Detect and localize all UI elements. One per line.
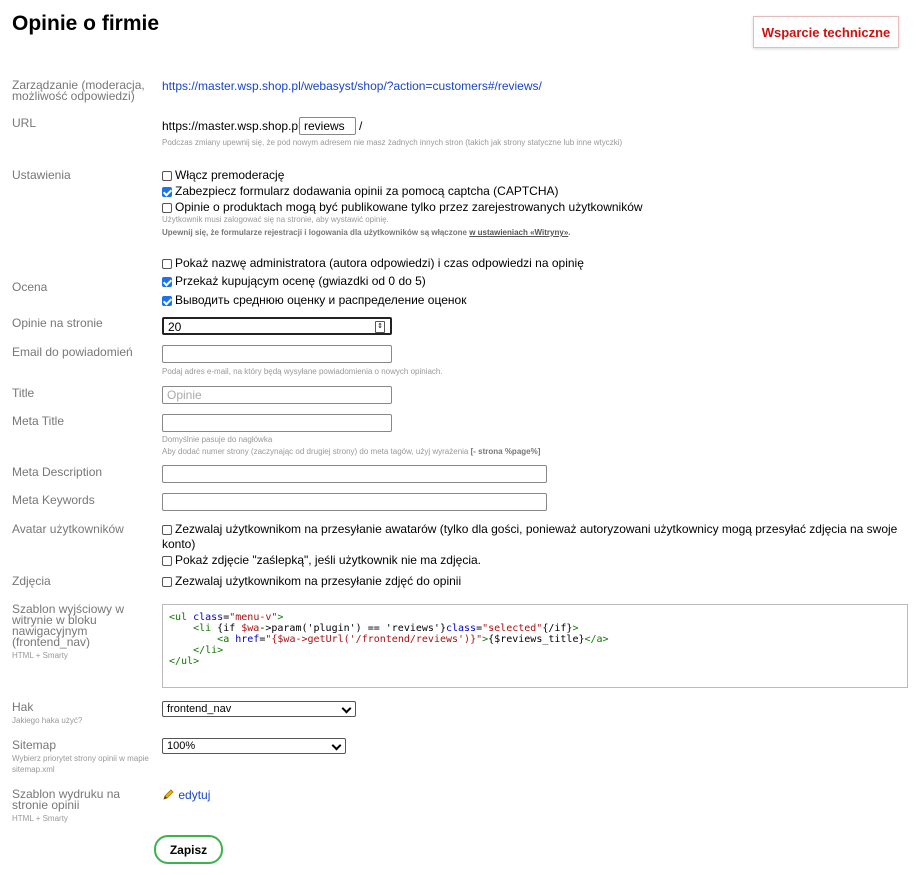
avatar-placeholder-option[interactable]: Pokaż zdjęcie "zaślepką", jeśli użytkown… [162, 553, 481, 568]
meta-keywords-label: Meta Keywords [12, 493, 95, 507]
email-hint: Podaj adres e-mail, na który będą wysyła… [162, 367, 443, 376]
meta-title-label: Meta Title [12, 414, 65, 428]
avatar-label: Avatar użytkowników [12, 522, 124, 536]
url-suffix: / [359, 119, 363, 133]
avatar-upload-option[interactable]: Zezwalaj użytkownikom na przesyłanie awa… [162, 522, 902, 552]
url-label: URL [12, 116, 37, 130]
url-row: https://master.wsp.shop.pl/ [162, 119, 304, 134]
edit-print-template[interactable]: edytuj [162, 788, 210, 803]
meta-description-input[interactable] [162, 465, 547, 483]
ensure-hint: Upewnij się, że formularze rejestracji i… [162, 228, 571, 237]
title-input[interactable]: Opinie [162, 386, 392, 404]
hook-label: Hak Jakiego haka użyć? [12, 700, 83, 725]
show-avg-option[interactable]: Выводить среднюю оценку и распределение … [162, 293, 466, 308]
captcha-checkbox[interactable] [162, 187, 172, 197]
show-admin-checkbox[interactable] [162, 259, 172, 269]
premoderation-checkbox[interactable] [162, 171, 172, 181]
pass-rating-option[interactable]: Przekaż kupującym ocenę (gwiazdki od 0 d… [162, 274, 426, 289]
support-button[interactable]: Wsparcie techniczne [753, 16, 899, 48]
avatar-placeholder-checkbox[interactable] [162, 556, 172, 566]
url-prefix: https://master.wsp.shop.pl/ [162, 119, 305, 133]
nav-template-label: Szablon wyjściowy w witrynie w bloku naw… [12, 602, 125, 660]
settings-label: Ustawienia [12, 168, 71, 182]
meta-description-label: Meta Description [12, 465, 103, 479]
meta-keywords-input[interactable] [162, 493, 547, 511]
pencil-icon [163, 789, 174, 800]
meta-title-hint1: Domyślnie pasuje do nagłówka [162, 435, 273, 444]
email-label: Email do powiadomień [12, 345, 133, 359]
save-button[interactable]: Zapisz [154, 835, 223, 864]
url-hint: Podczas zmiany upewnij się, że pod nowym… [162, 138, 623, 147]
pass-rating-checkbox[interactable] [162, 277, 172, 287]
captcha-option[interactable]: Zabezpiecz formularz dodawania opinii za… [162, 184, 559, 199]
photos-upload-checkbox[interactable] [162, 577, 172, 587]
sitemap-label: Sitemap Wybierz priorytet strony opinii … [12, 738, 149, 774]
email-input[interactable] [162, 345, 392, 363]
management-link[interactable]: https://master.wsp.shop.pl/webasyst/shop… [162, 79, 542, 93]
witryny-settings-link[interactable]: w ustawieniach «Witryny» [469, 228, 568, 237]
rating-label: Ocena [12, 280, 48, 294]
meta-title-hint2: Aby dodać numer strony (zaczynając od dr… [162, 447, 541, 456]
premoderation-option[interactable]: Włącz premoderację [162, 168, 284, 183]
edit-link[interactable]: edytuj [178, 788, 210, 802]
photos-upload-option[interactable]: Zezwalaj użytkownikom na przesyłanie zdj… [162, 574, 461, 589]
page-title: Opinie o firmie [12, 12, 160, 35]
sitemap-select[interactable]: 100% [162, 738, 346, 754]
show-admin-option[interactable]: Pokaż nazwę administratora (autora odpow… [162, 256, 584, 271]
per-page-label: Opinie na stronie [12, 316, 103, 330]
meta-title-input[interactable] [162, 414, 392, 432]
show-avg-checkbox[interactable] [162, 296, 172, 306]
url-slug-input[interactable]: reviews [299, 117, 356, 135]
title-label: Title [12, 386, 35, 400]
registered-hint: Użytkownik musi zalogować się na stronie… [162, 215, 389, 224]
registered-only-option[interactable]: Opinie o produktach mogą być publikowane… [162, 200, 643, 215]
nav-template-editor[interactable]: <ul class="menu-v"> <li {if $wa->param('… [162, 604, 908, 688]
registered-only-checkbox[interactable] [162, 203, 172, 213]
per-page-input[interactable]: 20 ⇕ [162, 317, 392, 335]
print-template-label: Szablon wydruku na stronie opinii HTML +… [12, 787, 121, 823]
management-label: Zarządzanie (moderacja, możliwość odpowi… [12, 78, 145, 103]
spinner-icon[interactable]: ⇕ [375, 321, 385, 333]
avatar-upload-checkbox[interactable] [162, 525, 172, 535]
hook-select[interactable]: frontend_nav [162, 701, 356, 717]
photos-label: Zdjęcia [12, 574, 51, 588]
